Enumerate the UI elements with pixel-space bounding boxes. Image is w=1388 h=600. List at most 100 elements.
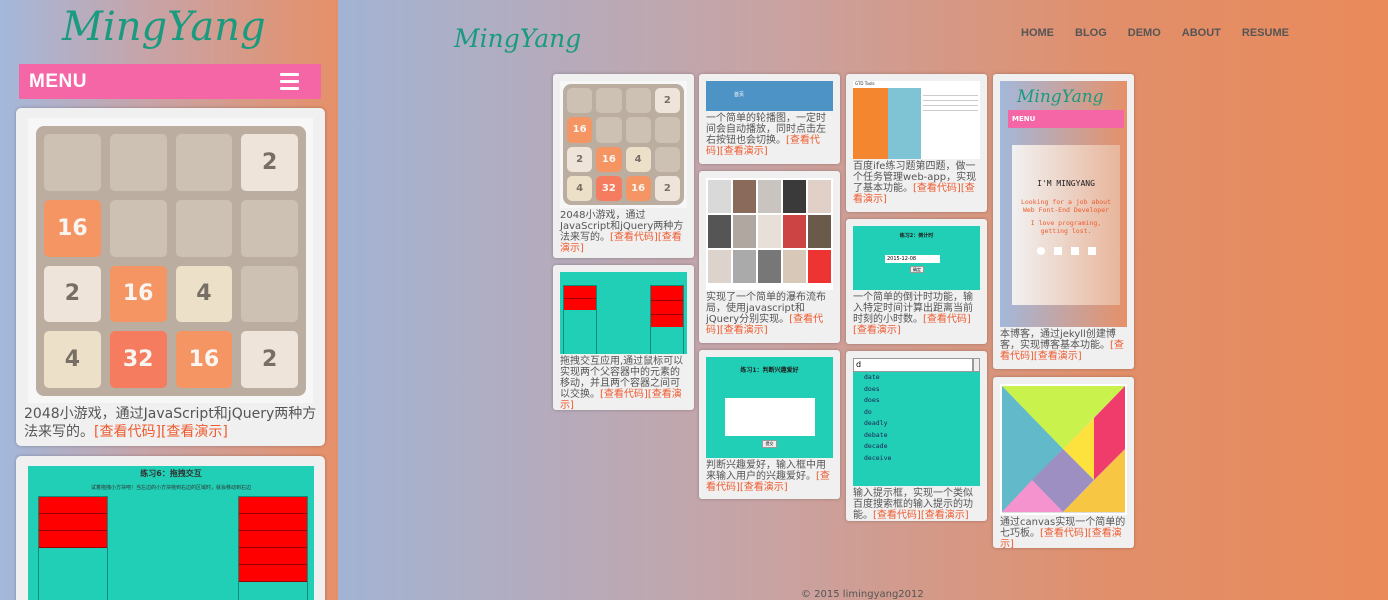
hobby-thumb-title: 练习1：判断兴趣爱好 bbox=[740, 367, 799, 374]
game-tile bbox=[596, 88, 622, 114]
nav-about[interactable]: ABOUT bbox=[1182, 27, 1221, 39]
card-blog: MingYang MENU I'M MINGYANG Looking for a… bbox=[993, 74, 1134, 369]
nav-blog[interactable]: BLOG bbox=[1075, 27, 1107, 39]
blog-thumb-line2: I love programing, getting lost. bbox=[1030, 219, 1102, 235]
game-tile: 2 bbox=[241, 134, 298, 191]
site-logo[interactable]: MingYang bbox=[452, 15, 602, 60]
game-tile bbox=[109, 134, 167, 191]
card-countdown-thumbnail[interactable]: 练习2：倒计时 2015-12-08 确定 bbox=[853, 226, 980, 290]
card-2048: 2 16 2 16 4 4 32 16 2 2048小游戏，通过JavaScript和jQuer… bbox=[553, 74, 694, 258]
nav-home[interactable]: HOME bbox=[1021, 27, 1054, 39]
twitter-icon bbox=[1070, 247, 1079, 255]
tangram-image bbox=[1002, 386, 1125, 513]
card-blog-thumbnail[interactable]: MingYang MENU I'M MINGYANG Looking for a… bbox=[1000, 81, 1127, 327]
waterfall-photo bbox=[783, 250, 806, 283]
nav-demo[interactable]: DEMO bbox=[1128, 27, 1161, 39]
game-tile: 4 bbox=[175, 265, 233, 323]
mobile-logo[interactable]: MingYang bbox=[60, 2, 300, 62]
card-drag-desc: 拖拽交互应用,通过鼠标可以实现两个父容器中的元素的移动，并且两个容器之间可以交换… bbox=[560, 356, 687, 410]
mobile-card-drag: 练习6：拖拽交互 试着拖拽小方块吧！当左边的小方块拖到右边的区域时，就会移动到右… bbox=[16, 456, 325, 600]
view-code-link[interactable]: [查看代码] bbox=[600, 389, 648, 400]
waterfall-photo bbox=[708, 215, 731, 248]
view-code-link[interactable]: [查看代码] bbox=[873, 510, 921, 521]
mobile-menu-label: MENU bbox=[29, 71, 87, 92]
suggest-word: deadly bbox=[864, 419, 888, 427]
github-icon bbox=[1036, 247, 1045, 255]
view-demo-link[interactable]: [查看演示] bbox=[921, 510, 969, 521]
suggest-word: does bbox=[864, 396, 880, 404]
suggest-word: decade bbox=[864, 442, 888, 450]
view-code-link[interactable]: [查看代码] bbox=[913, 183, 961, 194]
svg-text:MingYang: MingYang bbox=[61, 4, 266, 50]
suggest-thumb-input: d bbox=[853, 358, 973, 372]
game-tile: 16 bbox=[44, 199, 101, 257]
suggest-word: debate bbox=[864, 430, 888, 439]
card-waterfall-desc: 实现了一个简单的瀑布流布局，使用javascript和jQuery分别实现。[查… bbox=[706, 292, 833, 336]
card-drag: 拖拽交互应用,通过鼠标可以实现两个父容器中的元素的移动，并且两个容器之间可以交换… bbox=[553, 265, 694, 410]
waterfall-photo bbox=[808, 250, 831, 283]
game-tile: 16 bbox=[109, 265, 167, 323]
card-countdown: 练习2：倒计时 2015-12-08 确定 一个简单的倒计时功能，输入特定时间计… bbox=[846, 219, 987, 344]
game-tile bbox=[654, 117, 680, 143]
view-code-link[interactable]: [查看代码] bbox=[94, 424, 161, 440]
todo-thumb-title: GTD Tools bbox=[853, 81, 980, 88]
card-waterfall-thumbnail[interactable] bbox=[706, 178, 833, 290]
card-carousel: 首页 一个简单的轮播图，一定时间会自动播放，同时点击左右按钮也会切换。[查看代码… bbox=[699, 74, 840, 164]
waterfall-photo bbox=[708, 250, 731, 283]
game-tile: 4 bbox=[44, 331, 101, 388]
card-waterfall: 实现了一个简单的瀑布流布局，使用javascript和jQuery分别实现。[查… bbox=[699, 171, 840, 343]
game-tile bbox=[175, 134, 233, 191]
game-tile bbox=[654, 146, 680, 172]
blog-thumb-logo: MingYang bbox=[1016, 87, 1104, 107]
card-countdown-desc: 一个简单的倒计时功能，输入特定时间计算出距离当前时刻的小时数。[查看代码][查看… bbox=[853, 292, 980, 336]
waterfall-photo bbox=[758, 180, 781, 213]
card-tangram: 通过canvas实现一个简单的七巧板。[查看代码][查看演示] bbox=[993, 377, 1134, 548]
view-demo-link[interactable]: [查看演示] bbox=[853, 325, 901, 336]
game-tile: 4 bbox=[625, 146, 651, 172]
view-demo-link[interactable]: [查看演示] bbox=[720, 146, 768, 157]
waterfall-photo bbox=[758, 250, 781, 283]
card-hobby-desc: 判断兴趣爱好，输入框中用来输入用户的兴趣爱好。[查看代码][查看演示] bbox=[706, 460, 833, 493]
view-code-link[interactable]: [查看代码] bbox=[610, 232, 658, 243]
view-demo-link[interactable]: [查看演示] bbox=[161, 424, 228, 440]
card-todo-thumbnail[interactable]: GTD Tools bbox=[853, 81, 980, 159]
card-todo-desc: 百度ife练习题第四题，做一个任务管理web-app，实现了基本功能。[查看代码… bbox=[853, 161, 980, 205]
card-carousel-thumbnail[interactable]: 首页 bbox=[706, 81, 833, 111]
game-tile bbox=[175, 199, 233, 257]
waterfall-photo bbox=[758, 215, 781, 248]
game-tile: 4 bbox=[567, 175, 593, 201]
card-blog-text: 本博客，通过jekyll创建博客，实现博客基本功能。 bbox=[1000, 329, 1116, 351]
blog-thumb-name: I'M MINGYANG bbox=[1037, 179, 1095, 188]
waterfall-photo bbox=[808, 215, 831, 248]
view-code-link[interactable]: [查看代码] bbox=[923, 314, 971, 325]
drag-left-container bbox=[38, 496, 108, 600]
carousel-thumb-text: 首页 bbox=[734, 92, 745, 98]
mobile-2048-thumbnail[interactable]: 2 16 2 16 4 4 32 16 2 bbox=[28, 118, 313, 403]
view-code-link[interactable]: [查看代码] bbox=[1040, 528, 1088, 539]
view-demo-link[interactable]: [查看演示] bbox=[720, 325, 768, 336]
card-suggest-thumbnail[interactable]: d date does does do deadly debate decade deceiv… bbox=[853, 358, 980, 486]
linkedin-icon bbox=[1087, 247, 1096, 255]
svg-text:MingYang: MingYang bbox=[453, 24, 581, 53]
card-tangram-thumbnail[interactable] bbox=[1000, 384, 1127, 515]
card-tangram-desc: 通过canvas实现一个简单的七巧板。[查看代码][查看演示] bbox=[1000, 517, 1127, 548]
card-2048-thumbnail[interactable]: 2 16 2 16 4 4 32 16 2 bbox=[560, 81, 687, 208]
card-drag-thumbnail[interactable] bbox=[560, 272, 687, 354]
card-carousel-desc: 一个简单的轮播图，一定时间会自动播放，同时点击左右按钮也会切换。[查看代码][查… bbox=[706, 113, 833, 157]
suggest-word: date bbox=[864, 373, 880, 381]
mobile-menu-bar[interactable]: MENU bbox=[19, 64, 321, 99]
waterfall-photo bbox=[783, 215, 806, 248]
blog-thumb-social-icons bbox=[1012, 247, 1120, 255]
game-tile: 32 bbox=[596, 175, 622, 201]
nav-resume[interactable]: RESUME bbox=[1242, 27, 1289, 39]
view-demo-link[interactable]: [查看演示] bbox=[740, 482, 788, 493]
mobile-preview-panel: MingYang MENU 2 16 2 16 4 4 32 16 2 2048小游戏，通过Ja… bbox=[0, 0, 338, 600]
game-tile bbox=[625, 88, 651, 114]
blog-thumb-line1: Looking for a job about Web Font-End Dev… bbox=[1020, 198, 1111, 214]
suggest-word: do bbox=[864, 407, 872, 416]
mobile-drag-thumbnail[interactable]: 练习6：拖拽交互 试着拖拽小方块吧！当左边的小方块拖到右边的区域时，就会移动到右… bbox=[28, 466, 314, 600]
hamburger-icon[interactable] bbox=[280, 73, 299, 90]
card-blog-desc: 本博客，通过jekyll创建博客，实现博客基本功能。[查看代码][查看演示] bbox=[1000, 329, 1127, 362]
card-hobby-thumbnail[interactable]: 练习1：判断兴趣爱好 提交 bbox=[706, 357, 833, 458]
view-demo-link[interactable]: [查看演示] bbox=[1034, 351, 1082, 362]
